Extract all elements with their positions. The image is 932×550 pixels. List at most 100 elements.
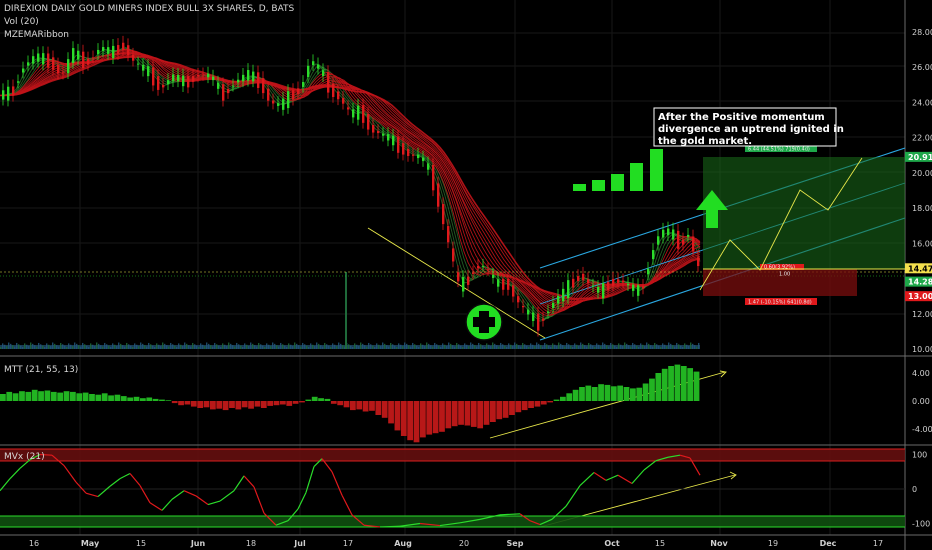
volume-bar <box>186 343 188 349</box>
mtt-bar <box>324 398 331 401</box>
volume-bar <box>8 342 10 349</box>
mvx-tick-label: -100 <box>912 520 930 529</box>
price-tick-label: 10.00 <box>912 345 932 354</box>
candle-body <box>552 302 555 309</box>
candle-body <box>237 79 240 83</box>
volume-bar <box>574 343 576 349</box>
volume-bar <box>448 342 450 349</box>
volume-bar <box>24 343 26 349</box>
mtt-bar <box>394 401 401 431</box>
mtt-bar <box>547 401 554 403</box>
candle-body <box>557 295 560 304</box>
mtt-bar <box>407 401 414 441</box>
volume-bar <box>562 345 564 349</box>
mtt-bar <box>305 399 312 401</box>
volume-bar <box>76 343 78 349</box>
volume-bar <box>676 342 678 349</box>
mtt-bar <box>445 401 452 429</box>
candle-body <box>287 91 290 109</box>
volume-bar <box>284 345 286 349</box>
mtt-bar <box>95 394 102 401</box>
mtt-bar <box>57 392 64 401</box>
mtt-bar <box>216 401 223 409</box>
volume-bar <box>158 344 160 349</box>
candle-body <box>507 278 510 290</box>
volume-bar <box>256 346 258 349</box>
volume-bar <box>582 343 584 349</box>
volume-bar <box>88 347 90 349</box>
volume-bar <box>626 343 628 349</box>
volume-bar <box>0 347 2 349</box>
volume-bar <box>126 342 128 349</box>
mtt-bar <box>515 401 522 413</box>
mtt-bar <box>680 366 687 401</box>
volume-bar <box>512 346 514 349</box>
price-tick-label: 24.00 <box>912 98 932 107</box>
mtt-bar <box>343 401 350 408</box>
volume-bar <box>52 342 54 349</box>
candle-body <box>27 62 30 66</box>
candle-body <box>97 49 100 55</box>
volume-bar <box>160 346 162 349</box>
volume-bar <box>58 346 60 349</box>
volume-bar <box>282 344 284 349</box>
volume-bar <box>236 342 238 349</box>
volume-bar <box>506 347 508 349</box>
volume-bar <box>590 344 592 349</box>
volume-bar <box>542 346 544 349</box>
candle-body <box>567 280 570 299</box>
time-tick-label: Dec <box>820 539 837 548</box>
mtt-bar <box>152 398 159 401</box>
annotation-box: After the Positive momentum divergence a… <box>653 107 844 147</box>
candle-body <box>487 269 490 271</box>
mtt-bar <box>146 397 153 401</box>
volume-bar <box>362 343 364 349</box>
candle-body <box>207 73 210 78</box>
volume-bar <box>148 342 150 349</box>
volume-bar <box>516 343 518 349</box>
candle-body <box>42 53 45 65</box>
mtt-bar <box>420 401 426 438</box>
volume-bar <box>432 346 434 349</box>
candle-body <box>367 114 370 130</box>
volume-bar <box>288 343 290 349</box>
volume-bar <box>30 342 32 349</box>
volume-bar <box>156 343 158 349</box>
candle-body <box>682 239 685 245</box>
volume-bar <box>648 343 650 349</box>
candle-body <box>17 81 20 83</box>
volume-bar <box>402 346 404 349</box>
mtt-bar <box>273 401 280 406</box>
mtt-bar <box>190 401 197 407</box>
volume-bar <box>670 343 672 349</box>
candle-body <box>462 277 465 292</box>
mtt-bar <box>623 387 630 401</box>
candle-body <box>152 67 155 86</box>
volume-bar <box>306 345 308 349</box>
candle-body <box>102 47 105 52</box>
volume-bar <box>686 344 688 349</box>
mtt-bar <box>566 393 573 401</box>
price-tag-label: 20.91 <box>908 153 932 162</box>
mtt-bar <box>299 401 305 403</box>
candle-body <box>657 236 660 245</box>
volume-bar <box>192 342 194 349</box>
volume-bar <box>576 344 578 349</box>
mtt-bar <box>159 399 165 401</box>
volume-bar <box>320 345 322 349</box>
mtt-bar <box>89 394 95 401</box>
mvx-tick-label: 100 <box>912 451 927 460</box>
mtt-bar <box>388 401 394 424</box>
candle-body <box>412 154 415 156</box>
volume-bar <box>104 342 106 349</box>
volume-bar <box>232 345 234 349</box>
volume-bar <box>268 344 270 349</box>
volume-bar <box>116 346 118 349</box>
mtt-bar <box>674 364 681 401</box>
volume-bar <box>560 343 562 349</box>
mtt-bar <box>286 401 293 406</box>
mtt-bar <box>318 398 324 401</box>
volume-bar <box>242 347 244 349</box>
mtt-bar <box>184 401 191 405</box>
volume-bar <box>666 346 668 349</box>
